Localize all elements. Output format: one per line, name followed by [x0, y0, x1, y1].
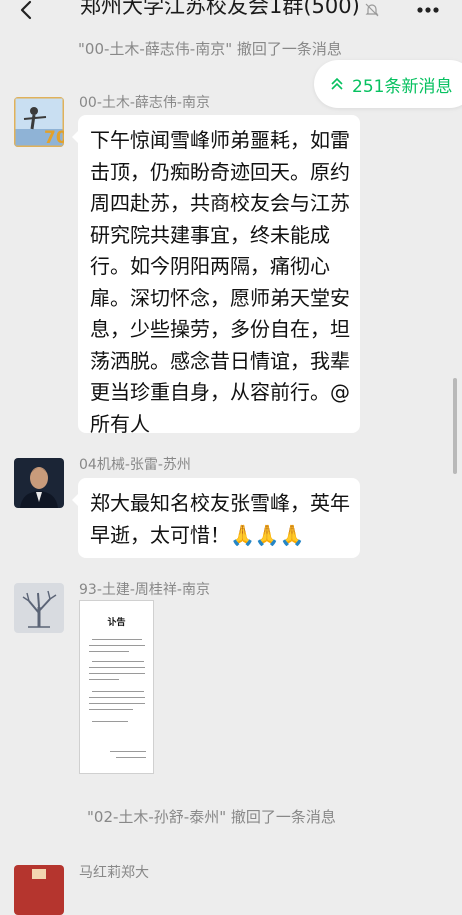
avatar[interactable]	[14, 865, 64, 915]
recall-notice: "02-土木-孙舒-泰州" 撤回了一条消息	[87, 808, 336, 826]
obituary-text-line	[89, 697, 145, 698]
message-bubble[interactable]: 郑大最知名校友张雪峰，英年早逝，太可惜！🙏🙏🙏	[72, 478, 360, 558]
obituary-text-line	[110, 751, 146, 752]
obituary-text-line	[89, 673, 145, 674]
chat-header: 郑州大学江苏校友会1群(500)	[0, 0, 462, 26]
obituary-text-line	[92, 691, 144, 692]
obituary-text-line	[89, 679, 119, 680]
sender-name: 93-土建-周桂祥-南京	[79, 582, 210, 598]
back-arrow-icon[interactable]	[16, 0, 38, 22]
more-dots-icon[interactable]	[414, 0, 442, 20]
obituary-text-line	[92, 639, 142, 640]
obituary-text-line	[116, 757, 146, 758]
tree-avatar-icon	[14, 583, 64, 633]
avatar[interactable]: 70	[14, 97, 64, 147]
photo-avatar-70-icon: 70	[14, 97, 64, 147]
new-messages-button[interactable]: 251条新消息	[314, 60, 462, 108]
obituary-text-line	[89, 667, 145, 668]
red-avatar-icon	[14, 865, 64, 915]
mute-bell-icon	[365, 3, 379, 17]
scrollbar[interactable]	[453, 378, 457, 474]
avatar[interactable]	[14, 583, 64, 633]
obituary-text-line	[89, 651, 129, 652]
sender-name: 00-土木-薛志伟-南京	[79, 95, 210, 111]
sender-name: 04机械-张雷-苏州	[79, 457, 191, 473]
obituary-text-line	[89, 645, 145, 646]
obituary-text-line	[92, 661, 144, 662]
chat-title: 郑州大学江苏校友会1群(500)	[80, 0, 360, 18]
obituary-text-line	[89, 703, 145, 704]
obituary-text-line	[92, 721, 128, 722]
new-messages-label: 251条新消息	[352, 76, 453, 97]
avatar[interactable]	[14, 458, 64, 508]
double-chevron-up-icon	[331, 77, 343, 90]
obituary-image[interactable]: 讣告	[79, 600, 154, 774]
portrait-avatar-icon	[14, 458, 64, 508]
sender-name: 马红莉郑大	[79, 865, 149, 881]
recall-notice: "00-土木-薛志伟-南京" 撤回了一条消息	[78, 40, 342, 58]
svg-text:70: 70	[44, 128, 64, 147]
obituary-text-line	[89, 709, 133, 710]
obituary-title: 讣告	[107, 618, 126, 628]
message-bubble[interactable]: 下午惊闻雪峰师弟噩耗，如雷击顶，仍痴盼奇迹回天。原约周四赴苏，共商校友会与江苏研…	[72, 115, 360, 436]
